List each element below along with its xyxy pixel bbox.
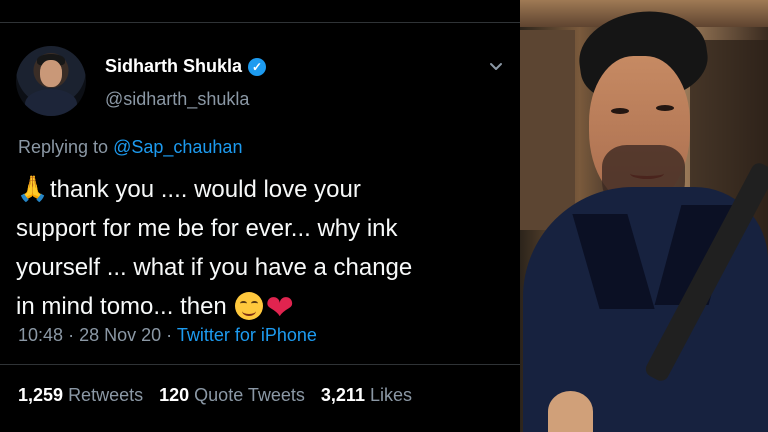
tweet-line-3: yourself ... what if you have a change [16, 254, 413, 281]
likes-count: 3,211 [320, 385, 365, 405]
chevron-down-icon[interactable] [488, 58, 504, 74]
person-hand [548, 391, 593, 432]
tweet-text: 🙏thank you .... would love your support … [16, 170, 511, 328]
tweet-time: 10:48 [18, 325, 64, 345]
retweets-count: 1,259 [18, 385, 64, 405]
author-name-row[interactable]: Sidharth Shukla ✓ [105, 56, 267, 77]
author-handle[interactable]: @sidharth_shukla [105, 89, 249, 110]
author-name[interactable]: Sidharth Shukla [105, 56, 242, 77]
photo-background-left [520, 30, 575, 230]
tweet-panel: Sidharth Shukla ✓ @sidharth_shukla Reply… [0, 0, 520, 432]
folded-hands-icon: 🙏 [17, 175, 49, 203]
reply-prefix: Replying to [18, 137, 109, 157]
profile-avatar[interactable] [16, 46, 86, 116]
stats-divider-top [0, 364, 520, 365]
quote-tweets-count: 120 [159, 385, 190, 405]
likes-label: Likes [369, 385, 413, 405]
tweet-line-1-text: thank you .... would love your [50, 176, 361, 203]
tweet-source-link[interactable]: Twitter for iPhone [177, 325, 317, 345]
tweet-metadata: 10:48 · 28 Nov 20 · Twitter for iPhone [18, 325, 317, 346]
person-mouth [630, 168, 664, 179]
bottom-edge [0, 424, 520, 432]
likes-stat[interactable]: 3,211 Likes [321, 385, 412, 406]
verified-badge-icon: ✓ [248, 57, 267, 76]
quote-tweets-label: Quote Tweets [194, 385, 305, 405]
tweet-line-1: 🙏thank you .... would love your [16, 170, 511, 209]
person-right-eye [656, 105, 674, 111]
retweets-stat[interactable]: 1,259 Retweets [18, 385, 143, 406]
tweet-line-4-text: in mind tomo... then [16, 293, 227, 320]
person-left-eye [611, 108, 629, 114]
tweet-date: 28 Nov 20 [79, 325, 162, 345]
meta-separator-2: · [166, 325, 173, 345]
smiling-face-icon [235, 292, 264, 320]
top-divider [0, 22, 520, 23]
tweet-line-4: in mind tomo... then ❤ [16, 287, 511, 328]
portrait-photo [520, 0, 768, 432]
retweets-label: Retweets [68, 385, 144, 405]
meta-separator-1: · [68, 325, 75, 345]
quote-tweets-stat[interactable]: 120 Quote Tweets [159, 385, 305, 406]
engagement-stats: 1,259 Retweets 120 Quote Tweets 3,211 Li… [18, 385, 412, 406]
avatar-face [40, 60, 62, 87]
tweet-line-2: support for me be for ever... why ink [16, 215, 398, 242]
heart-icon: ❤ [265, 289, 294, 327]
avatar-suit [25, 89, 77, 116]
reply-context: Replying to @Sap_chauhan [18, 137, 242, 158]
reply-mention-link[interactable]: @Sap_chauhan [113, 137, 242, 157]
